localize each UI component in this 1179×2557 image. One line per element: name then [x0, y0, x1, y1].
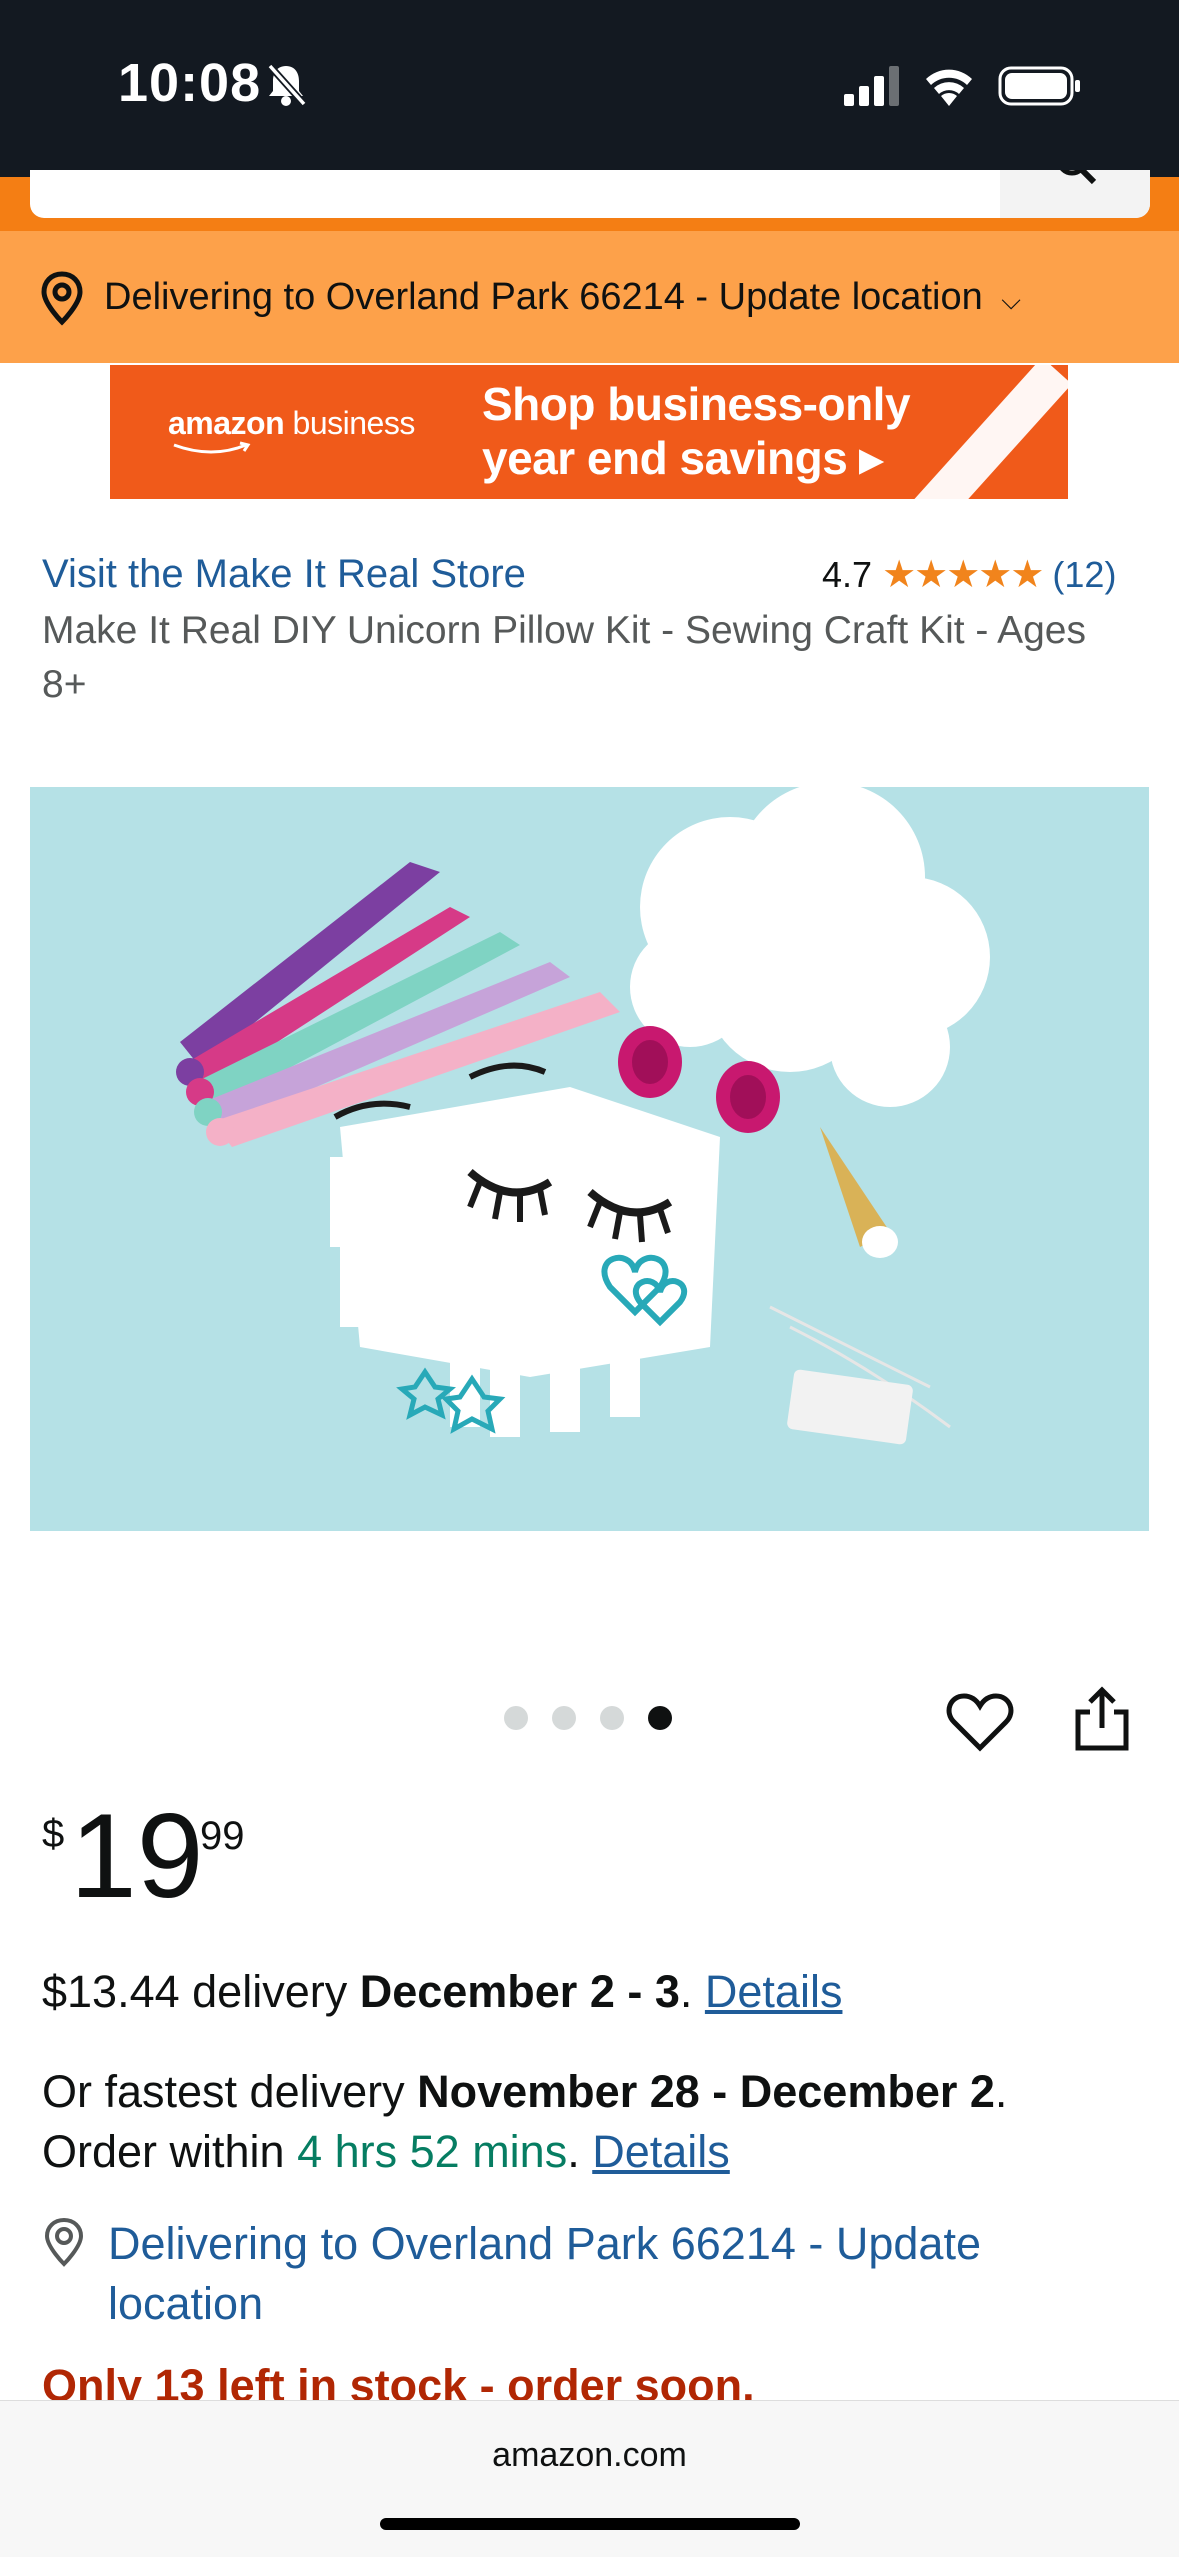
delivery-cost: $13.44 delivery — [42, 1966, 360, 2017]
share-icon[interactable] — [1072, 1686, 1132, 1754]
unicorn-kit-illustration — [30, 787, 1149, 1531]
ad-banner[interactable]: amazon business Shop business-only year … — [110, 365, 1068, 499]
status-time: 10:08 — [118, 53, 262, 113]
search-icon — [1060, 170, 1097, 185]
location-label: Delivering to Overland Park 66214 - Upda… — [104, 276, 983, 318]
amazon-business-logo: amazon business — [168, 405, 416, 454]
ad-headline-line1: Shop business-only — [482, 378, 911, 430]
heart-icon[interactable] — [946, 1690, 1014, 1754]
carousel-dot[interactable] — [504, 1706, 528, 1730]
wifi-icon — [926, 69, 972, 106]
order-within-prefix: Order within — [42, 2126, 298, 2177]
browser-bottom-bar — [0, 2400, 1179, 2557]
search-button[interactable] — [1000, 170, 1150, 218]
delivery-location-link[interactable]: Delivering to Overland Park 66214 - Upda… — [108, 2214, 1148, 2334]
price-whole: 19 — [70, 1789, 204, 1923]
rating-count[interactable]: (12) — [1052, 554, 1116, 595]
search-input[interactable] — [30, 170, 1150, 218]
delivery-details-link[interactable]: Details — [705, 1966, 843, 2017]
location-pin-icon — [41, 271, 83, 326]
bell-slash-icon — [267, 63, 307, 107]
order-within-time: 4 hrs 52 mins — [297, 2126, 568, 2177]
store-link[interactable]: Visit the Make It Real Store — [42, 552, 526, 597]
image-carousel-dots[interactable] — [504, 1706, 696, 1735]
delivery-date: December 2 - 3 — [359, 1966, 680, 2017]
chevron-down-icon: ⌵ — [1001, 285, 1021, 315]
url-label[interactable]: amazon.com — [0, 2436, 1179, 2475]
ad-stripe — [908, 365, 1068, 499]
battery-icon — [998, 66, 1080, 106]
fastest-delivery: Or fastest delivery November 28 - Decemb… — [42, 2062, 1152, 2182]
ad-brand-amazon: amazon — [168, 405, 285, 441]
fastest-punctuation: . — [994, 2066, 1008, 2117]
fastest-date: November 28 - December 2 — [417, 2066, 995, 2117]
carousel-dot-active[interactable] — [648, 1706, 672, 1730]
order-within-punctuation: . — [567, 2126, 593, 2177]
rating-stars-icon: ★★★★★ — [882, 554, 1044, 596]
carousel-dot[interactable] — [600, 1706, 624, 1730]
carousel-dot[interactable] — [552, 1706, 576, 1730]
fastest-details-link[interactable]: Details — [592, 2126, 730, 2177]
signal-icon — [844, 66, 899, 106]
fastest-prefix: Or fastest delivery — [42, 2066, 418, 2117]
price-fraction: 99 — [200, 1814, 245, 1858]
price-currency-symbol: $ — [42, 1812, 65, 1856]
product-title: Make It Real DIY Unicorn Pillow Kit - Se… — [42, 609, 1086, 706]
rating-value: 4.7 — [822, 554, 873, 595]
ad-headline-line2: year end savings ▸ — [482, 432, 883, 484]
smile-logo-icon — [173, 441, 251, 454]
location-text[interactable]: Delivering to Overland Park 66214 - Upda… — [104, 276, 1021, 319]
location-pin-icon — [44, 2217, 84, 2267]
rating-summary[interactable]: 4.7 ★★★★★ (12) — [822, 552, 1116, 597]
delivery-punctuation: . — [679, 1966, 705, 2017]
product-image[interactable] — [30, 787, 1149, 1531]
home-indicator[interactable] — [380, 2518, 800, 2530]
standard-delivery: $13.44 delivery December 2 - 3. Details — [42, 1966, 842, 2018]
ad-brand-business: business — [284, 405, 416, 441]
